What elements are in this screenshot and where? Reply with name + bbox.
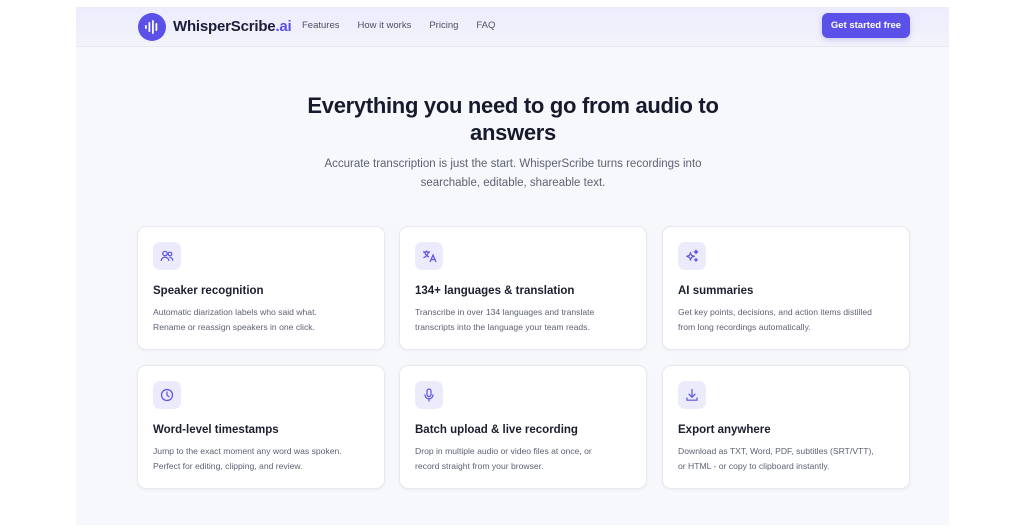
feature-description: Download as TXT, Word, PDF, subtitles (S… (678, 444, 900, 473)
hero-title-line-2: answers (470, 120, 556, 145)
hero-subtitle-line-1: Accurate transcription is just the start… (324, 158, 702, 170)
nav-link-how-it-works[interactable]: How it works (358, 20, 412, 31)
feature-description-line: Get key points, decisions, and action it… (678, 307, 872, 317)
feature-description-line: record straight from your browser. (415, 460, 544, 471)
get-started-button[interactable]: Get started free (822, 13, 910, 38)
landing-page: WhisperScribe.ai Features How it works P… (76, 7, 949, 525)
nav-link-features[interactable]: Features (302, 20, 340, 31)
feature-card-export: Export anywhere Download as TXT, Word, P… (662, 365, 910, 489)
nav-link-faq[interactable]: FAQ (476, 20, 495, 31)
nav-links: Features How it works Pricing FAQ (302, 20, 513, 31)
feature-title: 134+ languages & translation (415, 285, 575, 297)
users-icon (153, 242, 181, 270)
hero-subtitle: Accurate transcription is just the start… (302, 155, 724, 193)
brand-suffix: .ai (275, 18, 292, 35)
sparkles-icon (678, 242, 706, 270)
feature-title: Word-level timestamps (153, 424, 279, 436)
microphone-icon (415, 381, 443, 409)
feature-description-line: Download as TXT, Word, PDF, subtitles (S… (678, 446, 874, 456)
feature-card-ai-summaries: AI summaries Get key points, decisions, … (662, 226, 910, 350)
feature-description-line: Perfect for editing, clipping, and revie… (153, 460, 303, 471)
top-navigation-bar: WhisperScribe.ai Features How it works P… (76, 7, 949, 47)
brand-logo-link[interactable]: WhisperScribe.ai (138, 12, 292, 41)
clock-icon (153, 381, 181, 409)
feature-description-line: from long recordings automatically. (678, 321, 811, 332)
hero-title: Everything you need to go from audio to … (292, 92, 734, 146)
feature-description: Jump to the exact moment any word was sp… (153, 444, 375, 473)
feature-title: Batch upload & live recording (415, 424, 578, 436)
hero-title-line-1: Everything you need to go from audio to (307, 93, 719, 118)
feature-description-line: Rename or reassign speakers in one click… (153, 321, 315, 332)
feature-description-line: Transcribe in over 134 languages and tra… (415, 307, 595, 317)
translate-icon (415, 242, 443, 270)
brand-name-text: WhisperScribe (173, 18, 276, 35)
feature-description-line: or HTML - or copy to clipboard instantly… (678, 460, 830, 471)
feature-card-batch-upload: Batch upload & live recording Drop in mu… (399, 365, 647, 489)
feature-description-line: Drop in multiple audio or video files at… (415, 446, 592, 456)
feature-card-languages: 134+ languages & translation Transcribe … (399, 226, 647, 350)
feature-title: Speaker recognition (153, 285, 264, 297)
download-icon (678, 381, 706, 409)
feature-description-line: Jump to the exact moment any word was sp… (153, 446, 342, 456)
feature-description: Transcribe in over 134 languages and tra… (415, 305, 637, 334)
feature-description: Automatic diarization labels who said wh… (153, 305, 375, 334)
feature-description: Drop in multiple audio or video files at… (415, 444, 637, 473)
brand-name: WhisperScribe.ai (173, 18, 292, 35)
hero-subtitle-line-2: searchable, editable, shareable text. (420, 177, 606, 189)
feature-card-timestamps: Word-level timestamps Jump to the exact … (137, 365, 385, 489)
feature-title: AI summaries (678, 285, 754, 297)
feature-description-line: transcripts into the language your team … (415, 321, 590, 332)
nav-link-pricing[interactable]: Pricing (429, 20, 458, 31)
feature-description: Get key points, decisions, and action it… (678, 305, 900, 334)
feature-description-line: Automatic diarization labels who said wh… (153, 307, 317, 317)
feature-title: Export anywhere (678, 424, 771, 436)
feature-card-speaker-recognition: Speaker recognition Automatic diarizatio… (137, 226, 385, 350)
waveform-icon (138, 12, 166, 41)
